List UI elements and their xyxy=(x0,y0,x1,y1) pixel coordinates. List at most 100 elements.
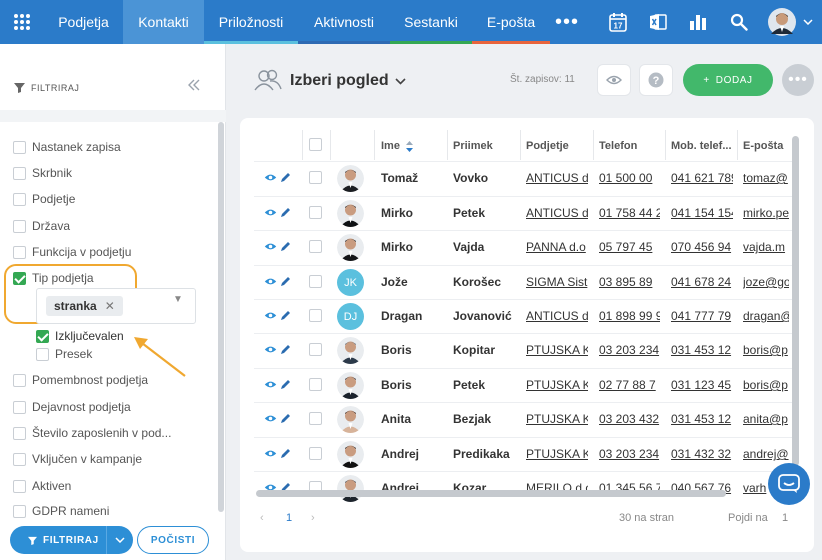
row-checkbox[interactable] xyxy=(309,447,322,460)
calendar-icon[interactable]: 17 xyxy=(604,0,632,44)
tab-eposta[interactable]: E-pošta xyxy=(472,0,550,44)
table-vertical-scrollbar[interactable] xyxy=(792,136,799,466)
tab-podjetja[interactable]: Podjetja xyxy=(44,0,123,44)
pager-goto-input[interactable]: 1 xyxy=(782,512,788,524)
row-checkbox[interactable] xyxy=(309,309,322,322)
filter-button[interactable]: FILTRIRAJ xyxy=(10,526,133,554)
filter-item[interactable]: Pomembnost podjetja xyxy=(13,373,148,387)
cell-company[interactable]: ANTICUS d xyxy=(526,309,588,323)
row-checkbox[interactable] xyxy=(309,275,322,288)
chat-widget-icon[interactable] xyxy=(768,463,810,505)
column-header-email[interactable]: E-pošta xyxy=(743,140,783,152)
cell-mobile[interactable]: 041 621 789 xyxy=(671,171,733,185)
cell-mobile[interactable]: 031 453 12 xyxy=(671,412,733,426)
edit-pencil-icon[interactable] xyxy=(280,310,291,321)
filter-item[interactable]: Število zaposlenih v pod... xyxy=(13,426,171,440)
cell-mobile[interactable]: 031 432 32 xyxy=(671,447,733,461)
checkbox-checked[interactable] xyxy=(36,329,49,343)
column-header-priimek[interactable]: Priimek xyxy=(453,140,493,152)
view-eye-icon[interactable] xyxy=(264,173,277,182)
tab-kontakti[interactable]: Kontakti xyxy=(123,0,204,44)
cell-company[interactable]: PTUJSKA K xyxy=(526,412,588,426)
help-button[interactable]: ? xyxy=(639,64,673,96)
more-dots-icon[interactable]: ••• xyxy=(550,0,584,44)
pager-current-page[interactable]: 1 xyxy=(286,512,292,524)
filter-dropdown-chevron-icon[interactable] xyxy=(106,526,133,554)
column-header-telefon[interactable]: Telefon xyxy=(599,140,637,152)
checkbox[interactable] xyxy=(13,479,26,493)
avatar[interactable] xyxy=(766,0,798,44)
chevron-down-icon[interactable] xyxy=(800,0,816,44)
filter-item-tip-podjetja[interactable]: Tip podjetja xyxy=(13,271,94,285)
row-checkbox[interactable] xyxy=(309,343,322,356)
add-button[interactable]: + DODAJ xyxy=(683,64,773,96)
select-all-checkbox[interactable] xyxy=(309,138,322,151)
filter-item[interactable]: Aktiven xyxy=(13,479,71,493)
cell-email[interactable]: vajda.m xyxy=(743,240,789,254)
checkbox[interactable] xyxy=(13,245,26,259)
edit-pencil-icon[interactable] xyxy=(280,172,291,183)
edit-pencil-icon[interactable] xyxy=(280,448,291,459)
row-checkbox[interactable] xyxy=(309,206,322,219)
row-checkbox[interactable] xyxy=(309,378,322,391)
more-options-icon[interactable]: ••• xyxy=(782,64,814,96)
excel-icon[interactable] xyxy=(644,0,672,44)
edit-pencil-icon[interactable] xyxy=(280,207,291,218)
cell-phone[interactable]: 02 77 88 7 xyxy=(599,378,660,392)
row-checkbox[interactable] xyxy=(309,171,322,184)
checkbox[interactable] xyxy=(13,140,26,154)
column-header-podjetje[interactable]: Podjetje xyxy=(526,140,569,152)
view-selector[interactable]: Izberi pogled xyxy=(290,72,406,90)
view-eye-icon[interactable] xyxy=(264,414,277,423)
cell-mobile[interactable]: 041 154 154 xyxy=(671,206,733,220)
edit-pencil-icon[interactable] xyxy=(280,413,291,424)
view-eye-icon[interactable] xyxy=(264,449,277,458)
cell-company[interactable]: PTUJSKA K xyxy=(526,447,588,461)
cell-phone[interactable]: 01 898 99 9 xyxy=(599,309,660,323)
reset-button[interactable]: POČISTI xyxy=(137,526,209,554)
select-caret-icon[interactable]: ▼ xyxy=(173,294,183,305)
filter-item[interactable]: Skrbnik xyxy=(13,166,72,180)
cell-phone[interactable]: 03 895 89 xyxy=(599,275,660,289)
collapse-sidebar-icon[interactable] xyxy=(188,78,200,96)
sidebar-scrollbar[interactable] xyxy=(218,122,224,512)
filter-item[interactable]: Nastanek zapisa xyxy=(13,140,121,154)
cell-phone[interactable]: 03 203 432 xyxy=(599,412,660,426)
checkbox[interactable] xyxy=(13,452,26,466)
cell-phone[interactable]: 03 203 234 xyxy=(599,447,660,461)
view-eye-icon[interactable] xyxy=(264,345,277,354)
cell-email[interactable]: mirko.pe xyxy=(743,206,789,220)
cell-email[interactable]: tomaz@ xyxy=(743,171,789,185)
view-eye-icon[interactable] xyxy=(264,311,277,320)
filter-item[interactable]: Podjetje xyxy=(13,192,75,206)
view-eye-icon[interactable] xyxy=(264,208,277,217)
cell-company[interactable]: PTUJSKA K xyxy=(526,378,588,392)
cell-company[interactable]: PANNA d.o xyxy=(526,240,588,254)
edit-pencil-icon[interactable] xyxy=(280,379,291,390)
checkbox[interactable] xyxy=(13,373,26,387)
cell-company[interactable]: ANTICUS d xyxy=(526,171,588,185)
tab-priloznosti[interactable]: Priložnosti xyxy=(204,0,298,44)
view-eye-icon[interactable] xyxy=(264,277,277,286)
tab-sestanki[interactable]: Sestanki xyxy=(390,0,472,44)
checkbox[interactable] xyxy=(13,504,26,518)
cell-phone[interactable]: 03 203 234 xyxy=(599,343,660,357)
cell-phone[interactable]: 01 500 00 xyxy=(599,171,660,185)
checkbox[interactable] xyxy=(13,400,26,414)
cell-email[interactable]: dragan@ xyxy=(743,309,789,323)
cell-company[interactable]: SIGMA Sist xyxy=(526,275,588,289)
cell-phone[interactable]: 01 758 44 2 xyxy=(599,206,660,220)
checkbox[interactable] xyxy=(13,219,26,233)
filter-item[interactable]: Država xyxy=(13,219,70,233)
chip-remove-icon[interactable]: ✕ xyxy=(105,299,115,313)
filter-item[interactable]: Dejavnost podjetja xyxy=(13,400,131,414)
edit-pencil-icon[interactable] xyxy=(280,344,291,355)
column-header-mobile[interactable]: Mob. telef... xyxy=(671,140,732,152)
cell-mobile[interactable]: 031 453 12 xyxy=(671,343,733,357)
row-checkbox[interactable] xyxy=(309,240,322,253)
checkbox[interactable] xyxy=(13,192,26,206)
cell-mobile[interactable]: 041 678 24 xyxy=(671,275,733,289)
search-icon[interactable] xyxy=(726,0,752,44)
cell-phone[interactable]: 05 797 45 xyxy=(599,240,660,254)
cell-mobile[interactable]: 070 456 94 xyxy=(671,240,733,254)
